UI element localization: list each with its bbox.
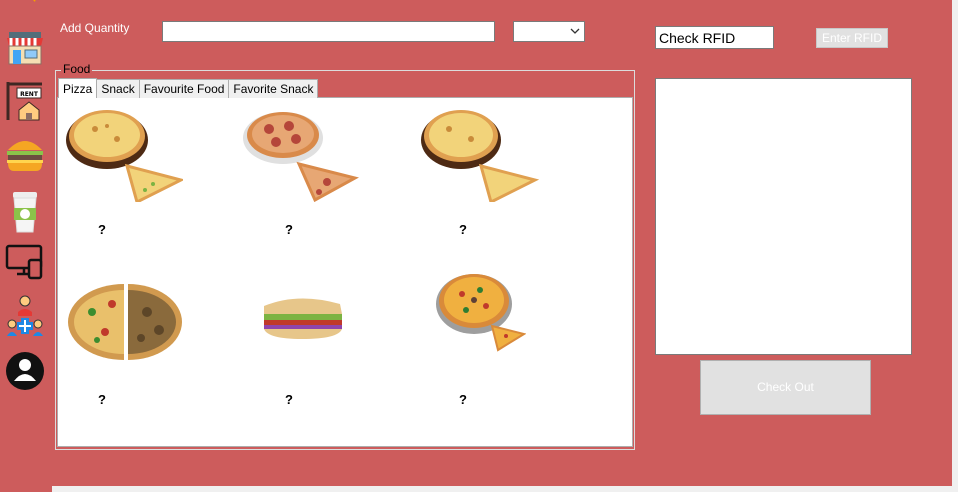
checkout-button[interactable]: Check Out xyxy=(700,360,871,415)
tab-favourite-food[interactable]: Favourite Food xyxy=(138,79,230,98)
pizza-tab-panel: ? ? ? ? ? ? xyxy=(57,97,633,447)
food-item-label: ? xyxy=(98,222,106,237)
tab-pizza[interactable]: Pizza xyxy=(58,78,98,98)
unit-dropdown[interactable] xyxy=(513,21,585,42)
pizza-board-icon[interactable] xyxy=(421,104,539,202)
food-item-label: ? xyxy=(285,222,293,237)
window-bottom-edge xyxy=(52,486,958,492)
food-item-label: ? xyxy=(98,392,106,407)
devices-icon[interactable] xyxy=(5,242,45,282)
user-icon[interactable] xyxy=(5,350,45,390)
food-item-label: ? xyxy=(459,392,467,407)
rent-sign-text: RENT xyxy=(20,91,39,98)
coffee-cup-icon[interactable] xyxy=(5,190,45,233)
tab-favorite-snack[interactable]: Favorite Snack xyxy=(228,79,319,98)
enter-rfid-button[interactable]: Enter RFID xyxy=(816,28,888,48)
store-icon[interactable] xyxy=(5,28,45,68)
burger-icon[interactable] xyxy=(5,134,45,174)
food-group-title: Food xyxy=(61,62,93,76)
pepperoni-pizza-icon[interactable] xyxy=(241,104,359,202)
logo-icon[interactable] xyxy=(5,0,45,10)
food-item-label: ? xyxy=(459,222,467,237)
food-item-label: ? xyxy=(285,392,293,407)
add-quantity-label: Add Quantity xyxy=(60,21,130,35)
window-right-edge xyxy=(952,0,958,492)
tab-snack[interactable]: Snack xyxy=(96,79,140,98)
quantity-input[interactable] xyxy=(162,21,495,42)
rfid-field[interactable] xyxy=(655,26,774,49)
chevron-down-icon xyxy=(570,28,580,34)
food-tabs: Pizza Snack Favourite Food Favorite Snac… xyxy=(58,78,319,98)
pizza-board-icon[interactable] xyxy=(65,104,183,202)
sub-sandwich-icon[interactable] xyxy=(258,292,348,342)
mixed-pizza-icon[interactable] xyxy=(67,282,183,362)
supreme-pizza-icon[interactable] xyxy=(436,270,526,354)
order-list-box[interactable] xyxy=(655,78,912,355)
rent-icon[interactable]: RENT xyxy=(5,80,45,121)
medical-team-icon[interactable] xyxy=(5,294,45,336)
